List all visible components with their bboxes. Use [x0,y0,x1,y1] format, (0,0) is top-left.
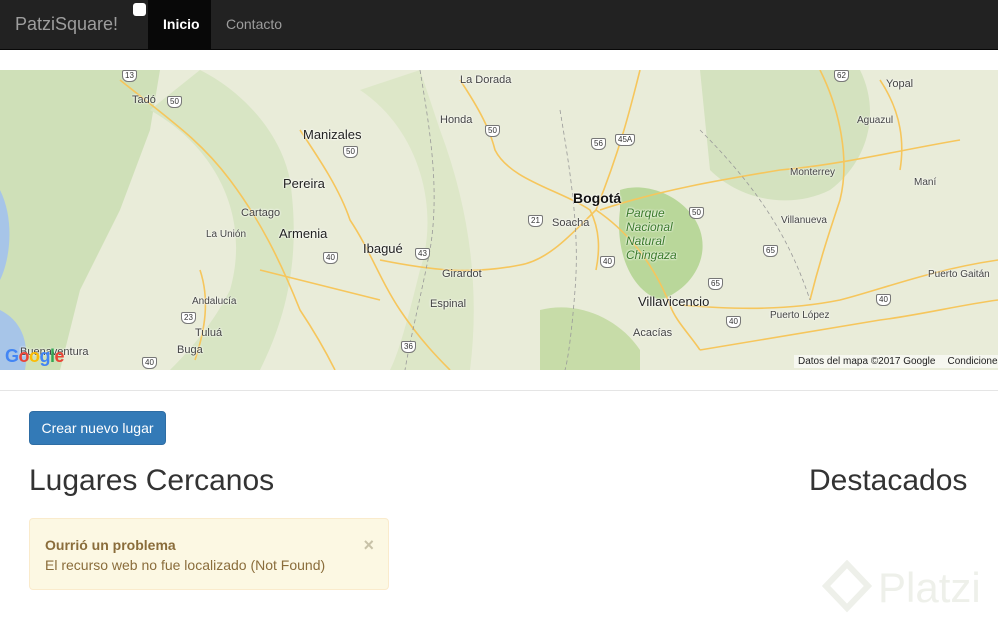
map-label-ibague: Ibagué [363,241,403,256]
map-label-aguazul: Aguazul [857,115,894,126]
watermark-text: Platzi [878,564,981,611]
alert-message: El recurso web no fue localizado (Not Fo… [45,557,326,573]
route-shield: 40 [726,316,741,328]
map-attribution-text: Datos del mapa ©2017 Google [798,356,936,367]
map-label-acacias: Acacías [633,327,673,339]
map-label-mani: Maní [914,177,937,188]
map-label-park: Parque Nacional Natural Chingaza [626,206,677,262]
map-label-pereira: Pereira [283,176,325,191]
route-shield: 13 [122,70,137,82]
route-shield: 21 [528,215,543,227]
map-label-tado: Tadó [132,94,156,106]
close-icon[interactable]: × [363,535,374,556]
map-label-villavicencio: Villavicencio [638,294,710,309]
alert-title: Ourrió un problema [45,537,176,553]
map-label-manizales: Manizales [303,127,362,142]
route-shield: 36 [401,341,416,353]
map-label-armenia: Armenia [279,226,328,241]
map-label-soacha: Soacha [552,217,590,229]
map-label-villanueva: Villanueva [781,215,827,226]
brand-link[interactable]: PatziSquare! [15,14,118,35]
map-label-bogota: Bogotá [573,190,622,206]
route-shield: 50 [167,96,182,108]
divider [0,390,998,391]
map-label-buga: Buga [177,344,203,356]
route-shield: 50 [485,125,500,137]
platzi-watermark: Platzi [821,559,998,624]
map-label-yopal: Yopal [886,78,914,90]
route-shield: 65 [763,245,778,257]
route-shield: 50 [689,207,704,219]
navbar: PatziSquare! Inicio Contacto [0,0,998,50]
platzi-logo-icon [821,559,873,613]
map-label-tulua: Tuluá [195,327,223,339]
map-label-espinal: Espinal [430,298,467,310]
route-shield: 56 [591,138,606,150]
map-label-andalucia: Andalucía [192,296,237,307]
map-label-la-union: La Unión [206,229,247,240]
nav-item-inicio[interactable]: Inicio [148,0,211,50]
map[interactable]: La Dorada Tadó Manizales Honda Pereira C… [0,70,998,370]
map-label-honda: Honda [440,114,473,126]
nav-item-contacto[interactable]: Contacto [211,0,297,50]
route-shield: 62 [834,70,849,82]
route-shield: 50 [343,146,358,158]
create-place-button[interactable]: Crear nuevo lugar [29,411,166,445]
map-label-monterrey: Monterrey [790,167,836,178]
route-shield: 40 [600,256,615,268]
map-terrain [0,70,998,370]
route-shield: 65 [708,278,723,290]
route-shield: 23 [181,312,196,324]
route-shield: 45A [615,134,636,146]
warning-alert: Ourrió un problema El recurso web no fue… [29,518,389,590]
map-label-puerto-gaitan: Puerto Gaitán [928,269,990,280]
route-shield: 40 [876,294,891,306]
map-label-cartago: Cartago [241,207,281,219]
nearby-places-title: Lugares Cercanos [29,464,275,497]
map-label-la-dorada: La Dorada [460,74,512,86]
map-label-girardot: Girardot [442,268,482,280]
route-shield: 40 [323,252,338,264]
route-shield: 43 [415,248,430,260]
google-logo: Google [5,346,65,366]
navbar-toggle-checkbox[interactable] [133,3,146,16]
map-label-puerto-lopez: Puerto López [770,310,830,321]
featured-title: Destacados [809,464,968,497]
map-attribution: Datos del mapa ©2017 Google Condiciones [794,355,998,368]
route-shield: 40 [142,357,157,369]
map-conditions-link[interactable]: Condiciones [947,356,998,367]
